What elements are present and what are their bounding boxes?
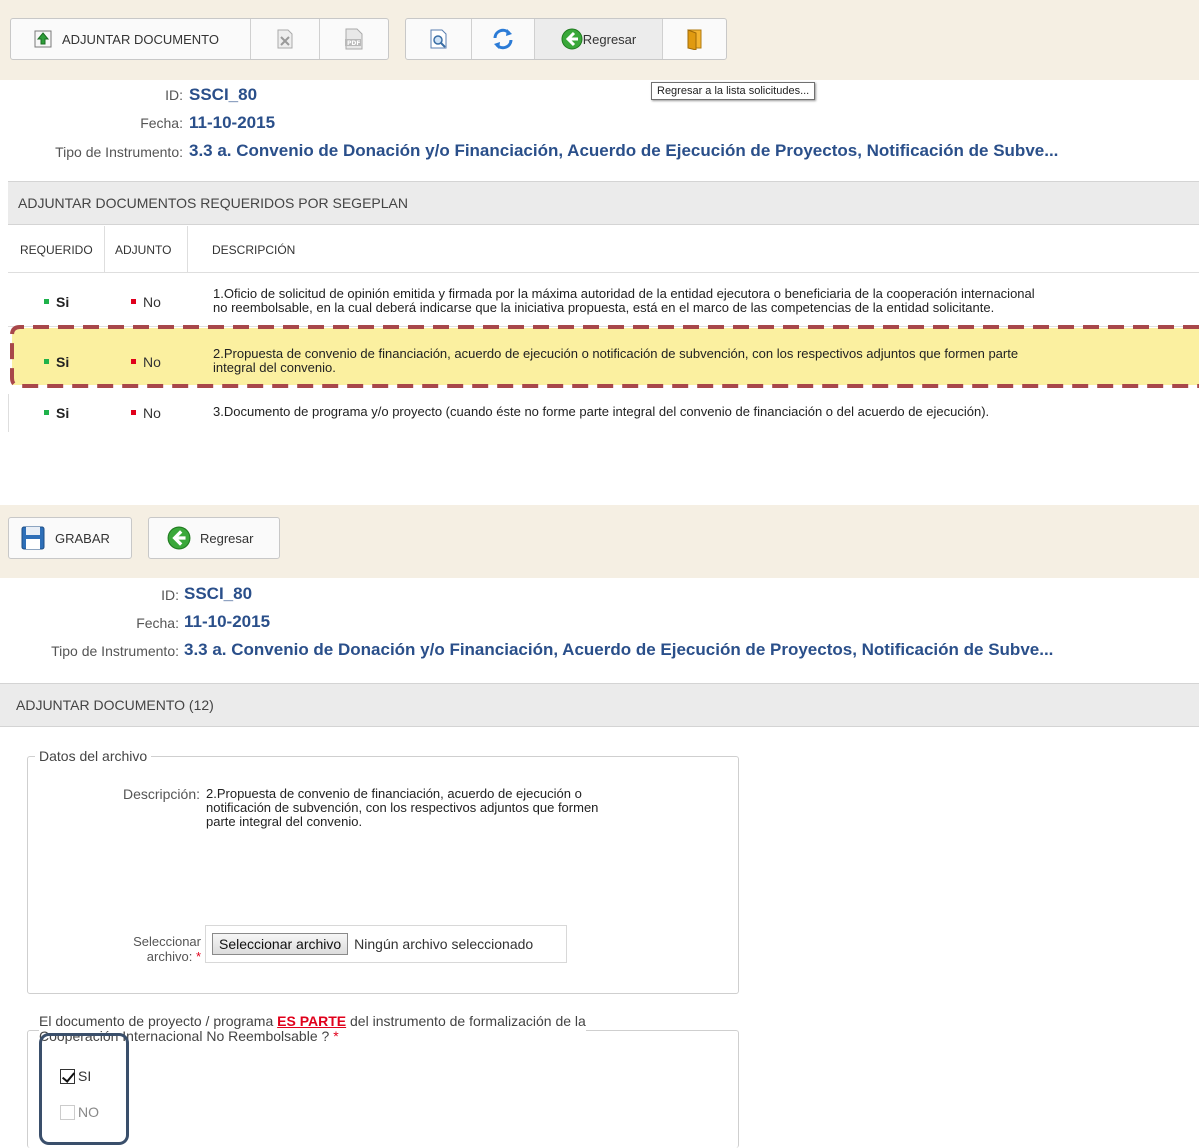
col-required: REQUERIDO xyxy=(20,243,93,257)
file-input[interactable]: Seleccionar archivo Ningún archivo selec… xyxy=(205,925,567,963)
save-button[interactable]: GRABAR xyxy=(8,517,132,559)
file-status: Ningún archivo seleccionado xyxy=(354,936,534,952)
doc-description: 3.Documento de programa y/o proyecto (cu… xyxy=(213,404,990,419)
table-border xyxy=(8,394,9,432)
back-arrow-icon xyxy=(167,526,191,550)
top-toolbar-group-2: Regresar xyxy=(405,18,727,60)
attach-document-button[interactable]: ADJUNTAR DOCUMENTO xyxy=(11,19,251,59)
back-label-bottom: Regresar xyxy=(200,530,254,546)
annotation-highlight-box xyxy=(39,1033,129,1145)
required-docs-header: ADJUNTAR DOCUMENTOS REQUERIDOS POR SEGEP… xyxy=(8,181,1199,225)
required-yes: Si xyxy=(44,294,69,310)
back-button-bottom[interactable]: Regresar xyxy=(148,517,280,559)
type-label-top: Tipo de Instrumento: xyxy=(55,144,183,160)
top-toolbar-group-1: ADJUNTAR DOCUMENTO PDF xyxy=(10,18,389,60)
file-data-legend: Datos del archivo xyxy=(35,748,152,764)
row-divider xyxy=(8,272,1199,273)
preview-button[interactable] xyxy=(406,19,472,59)
col-divider xyxy=(187,226,188,273)
description-value: 2.Propuesta de convenio de financiación,… xyxy=(206,786,599,829)
preview-icon xyxy=(430,29,446,49)
doc-description: 2.Propuesta de convenio de financiación,… xyxy=(213,346,1019,375)
date-value-top: 11-10-2015 xyxy=(189,113,276,132)
type-label-bottom: Tipo de Instrumento: xyxy=(51,643,179,659)
type-value-bottom: 3.3 a. Convenio de Donación y/o Financia… xyxy=(184,640,1054,659)
svg-text:PDF: PDF xyxy=(347,40,360,47)
id-label-bottom: ID: xyxy=(161,587,179,603)
attached-no: No xyxy=(131,294,161,310)
doc-description: 1.Oficio de solicitud de opinión emitida… xyxy=(213,286,1035,315)
id-value-bottom: SSCI_80 xyxy=(184,584,253,603)
delete-file-icon xyxy=(277,29,293,49)
save-disk-icon xyxy=(21,526,45,550)
col-attached: ADJUNTO xyxy=(115,243,172,257)
id-value-top: SSCI_80 xyxy=(189,85,258,104)
attached-no: No xyxy=(131,405,161,421)
attached-no: No xyxy=(131,354,161,370)
col-description: DESCRIPCIÓN xyxy=(212,243,296,257)
refresh-button[interactable] xyxy=(472,19,535,59)
upload-icon xyxy=(34,30,52,48)
date-label-bottom: Fecha: xyxy=(136,615,179,631)
exit-button[interactable] xyxy=(663,19,726,59)
back-arrow-icon xyxy=(561,28,583,50)
save-label: GRABAR xyxy=(55,530,110,546)
type-value-top: 3.3 a. Convenio de Donación y/o Financia… xyxy=(189,141,1059,160)
pdf-button[interactable]: PDF xyxy=(320,19,388,59)
back-tooltip: Regresar a la lista solicitudes... xyxy=(651,82,816,100)
question-fieldset xyxy=(27,1030,739,1148)
date-value-bottom: 11-10-2015 xyxy=(184,612,271,631)
date-label-top: Fecha: xyxy=(140,115,183,131)
required-yes: Si xyxy=(44,405,69,421)
select-file-label: Seleccionar archivo: * xyxy=(133,934,201,964)
attach-document-label: ADJUNTAR DOCUMENTO xyxy=(62,31,219,47)
delete-file-button[interactable] xyxy=(251,19,320,59)
refresh-icon xyxy=(493,28,513,50)
description-label: Descripción: xyxy=(122,786,200,802)
pdf-icon: PDF xyxy=(345,28,363,50)
attach-document-header: ADJUNTAR DOCUMENTO (12) xyxy=(0,683,1199,727)
choose-file-button[interactable]: Seleccionar archivo xyxy=(212,933,349,955)
back-label-top: Regresar xyxy=(582,31,637,47)
required-yes: Si xyxy=(44,354,69,370)
exit-door-icon xyxy=(687,29,701,50)
col-divider xyxy=(104,226,105,273)
back-button-top[interactable]: Regresar xyxy=(535,19,663,59)
id-label-top: ID: xyxy=(165,87,183,103)
